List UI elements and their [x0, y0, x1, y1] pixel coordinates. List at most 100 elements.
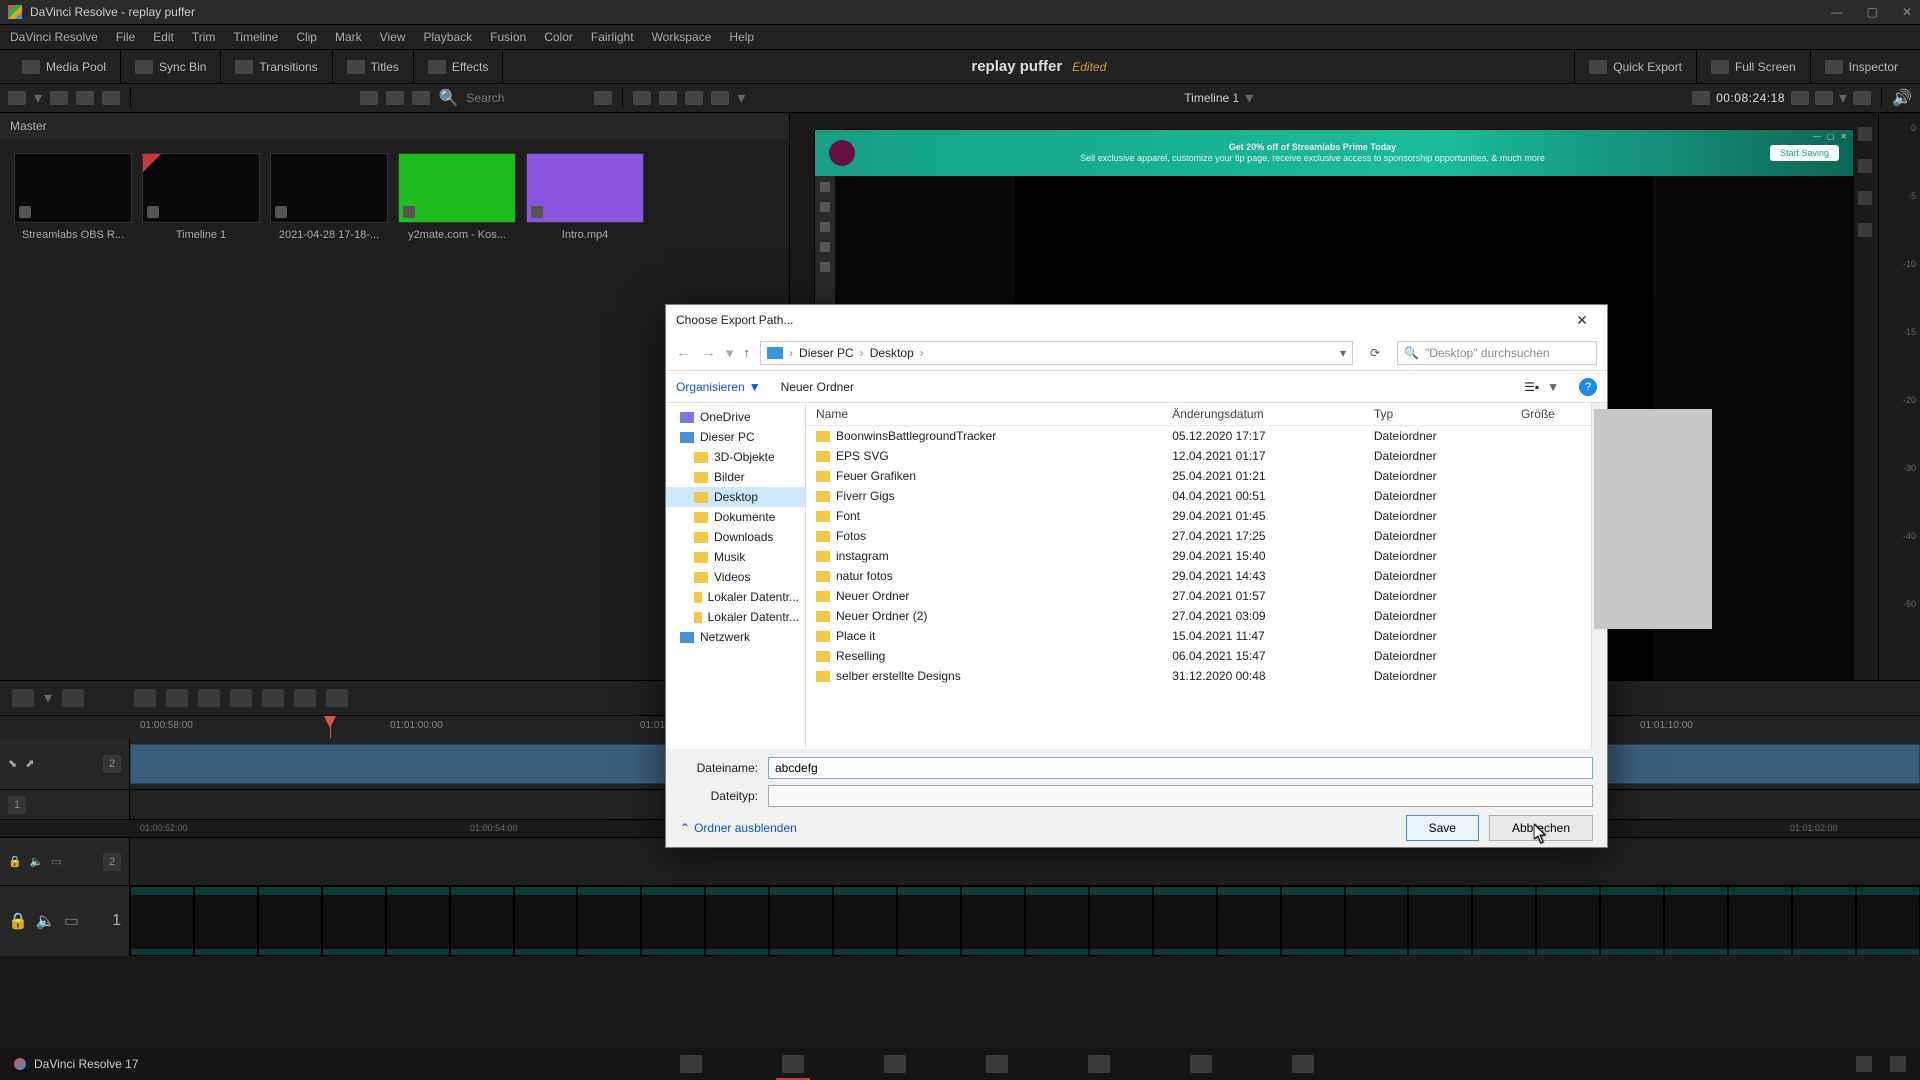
blade-tool-icon[interactable] — [62, 689, 84, 707]
menu-edit[interactable]: Edit — [153, 30, 174, 44]
file-row[interactable]: BoonwinsBattlegroundTracker05.12.2020 17… — [806, 426, 1607, 447]
path-seg-1[interactable]: Desktop — [870, 346, 914, 360]
trim-tool-icon[interactable]: ⬈ — [25, 757, 34, 770]
menu-trim[interactable]: Trim — [192, 30, 216, 44]
solo2-icon[interactable]: ▭ — [64, 911, 79, 931]
timeline-picker[interactable]: Timeline 1 — [1184, 91, 1239, 105]
match-icon[interactable] — [1791, 91, 1809, 105]
page-deliver-icon[interactable] — [1292, 1055, 1314, 1073]
film-frame[interactable] — [258, 886, 322, 956]
film-frame[interactable] — [1792, 886, 1856, 956]
file-row[interactable]: Font29.04.2021 01:45Dateiordner — [806, 506, 1607, 526]
home-icon[interactable] — [1856, 1056, 1872, 1072]
fit-icon[interactable] — [230, 689, 252, 707]
titles-tab[interactable]: Titles — [333, 50, 414, 83]
column-header[interactable]: Name — [806, 403, 1162, 426]
film-frame[interactable] — [961, 886, 1025, 956]
vt2-icon[interactable] — [1858, 159, 1872, 173]
help-button[interactable]: ? — [1579, 378, 1597, 396]
menu-color[interactable]: Color — [544, 30, 573, 44]
viewer-c-icon[interactable] — [685, 91, 703, 105]
viewer-a-icon[interactable] — [633, 91, 651, 105]
page-media-icon[interactable] — [680, 1055, 702, 1073]
selection-tool-icon[interactable] — [12, 689, 34, 707]
film-frame[interactable] — [450, 886, 514, 956]
file-row[interactable]: Fiverr Gigs04.04.2021 00:51Dateiordner — [806, 486, 1607, 506]
page-cut-icon[interactable] — [782, 1055, 804, 1073]
lock2-icon[interactable]: 🔒 — [8, 911, 28, 931]
menu-timeline[interactable]: Timeline — [233, 30, 278, 44]
tree-node[interactable]: Dieser PC — [666, 427, 805, 447]
clip-thumb[interactable]: Streamlabs OBS R... — [14, 153, 132, 241]
menu-help[interactable]: Help — [729, 30, 754, 44]
tree-node[interactable]: Netzwerk — [666, 627, 805, 647]
nav-forward-button[interactable]: → — [701, 344, 716, 361]
tree-node[interactable]: Dokumente — [666, 507, 805, 527]
search-icon[interactable]: 🔍 — [438, 88, 458, 108]
close-button[interactable]: ✕ — [1902, 5, 1912, 19]
film-frame[interactable] — [1153, 886, 1217, 956]
bin2-icon[interactable] — [76, 91, 94, 105]
vt4-icon[interactable] — [1858, 223, 1872, 237]
clip-thumb[interactable]: Timeline 1 — [142, 153, 260, 241]
ripple-icon[interactable] — [294, 689, 316, 707]
file-row[interactable]: Feuer Grafiken25.04.2021 01:21Dateiordne… — [806, 466, 1607, 486]
film-frame[interactable] — [1728, 886, 1792, 956]
film-frame[interactable] — [1217, 886, 1281, 956]
dialog-search-input[interactable]: 🔍 "Desktop" durchsuchen — [1397, 341, 1597, 365]
menu-mark[interactable]: Mark — [335, 30, 362, 44]
vt3-icon[interactable] — [1858, 191, 1872, 205]
organize-button[interactable]: Organisieren▼ — [676, 380, 761, 394]
tree-node[interactable]: 3D-Objekte — [666, 447, 805, 467]
film-frame[interactable] — [1536, 886, 1600, 956]
menu-davinci-resolve[interactable]: DaVinci Resolve — [10, 30, 98, 44]
column-header[interactable]: Typ — [1364, 403, 1511, 426]
effects-tab[interactable]: Effects — [414, 50, 503, 83]
file-row[interactable]: EPS SVG12.04.2021 01:17Dateiordner — [806, 446, 1607, 466]
inspector-button[interactable]: Inspector — [1810, 50, 1912, 83]
nav-up-button[interactable]: ↑ — [744, 345, 751, 360]
clip-thumb[interactable]: y2mate.com - Kos... — [398, 153, 516, 241]
save-button[interactable]: Save — [1406, 815, 1479, 841]
file-list[interactable]: NameÄnderungsdatumTypGröße BoonwinsBattl… — [806, 403, 1607, 749]
path-seg-0[interactable]: Dieser PC — [799, 346, 854, 360]
file-row[interactable]: Neuer Ordner (2)27.04.2021 03:09Dateiord… — [806, 606, 1607, 626]
film-frame[interactable] — [769, 886, 833, 956]
film-frame[interactable] — [641, 886, 705, 956]
minimize-button[interactable]: — — [1831, 5, 1843, 19]
file-row[interactable]: selber erstellte Designs31.12.2020 00:48… — [806, 666, 1607, 686]
bin-icon[interactable] — [50, 91, 68, 105]
page-fusion-icon[interactable] — [986, 1055, 1008, 1073]
file-row[interactable]: Place it15.04.2021 11:47Dateiordner — [806, 626, 1607, 646]
film-frame[interactable] — [1664, 886, 1728, 956]
arrow-tool-icon[interactable]: ⬊ — [8, 757, 17, 770]
tree-node[interactable]: Bilder — [666, 467, 805, 487]
loop-icon[interactable] — [1692, 91, 1710, 105]
folder-tree[interactable]: OneDriveDieser PC3D-ObjekteBilderDesktop… — [666, 403, 806, 749]
list-scrollbar[interactable] — [1591, 403, 1607, 749]
film-frame[interactable] — [1089, 886, 1153, 956]
hide-folders-button[interactable]: ⌃Ordner ausblenden — [680, 821, 797, 835]
ripple2-icon[interactable] — [326, 689, 348, 707]
mute2-icon[interactable]: 🔈 — [36, 911, 56, 931]
film-frame[interactable] — [1408, 886, 1472, 956]
media-pool-tab[interactable]: Media Pool — [8, 50, 121, 83]
sort-icon[interactable] — [594, 91, 612, 105]
strip-view-icon[interactable] — [412, 91, 430, 105]
list-view-icon[interactable] — [360, 91, 378, 105]
append-icon[interactable] — [262, 689, 284, 707]
menu-fairlight[interactable]: Fairlight — [591, 30, 634, 44]
cancel-button[interactable]: Abbrechen — [1489, 815, 1593, 841]
page-edit-icon[interactable] — [884, 1055, 906, 1073]
tree-node[interactable]: Musik — [666, 547, 805, 567]
grid-view-icon[interactable] — [386, 91, 404, 105]
film-frame[interactable] — [1856, 886, 1920, 956]
tree-node[interactable]: Desktop — [666, 487, 805, 507]
project-settings-icon[interactable] — [1890, 1056, 1906, 1072]
refresh-icon[interactable] — [102, 91, 120, 105]
tree-node[interactable]: OneDrive — [666, 407, 805, 427]
overwrite-icon[interactable] — [166, 689, 188, 707]
film-frame[interactable] — [514, 886, 578, 956]
opt-icon[interactable] — [1815, 91, 1833, 105]
page-color-icon[interactable] — [1088, 1055, 1110, 1073]
